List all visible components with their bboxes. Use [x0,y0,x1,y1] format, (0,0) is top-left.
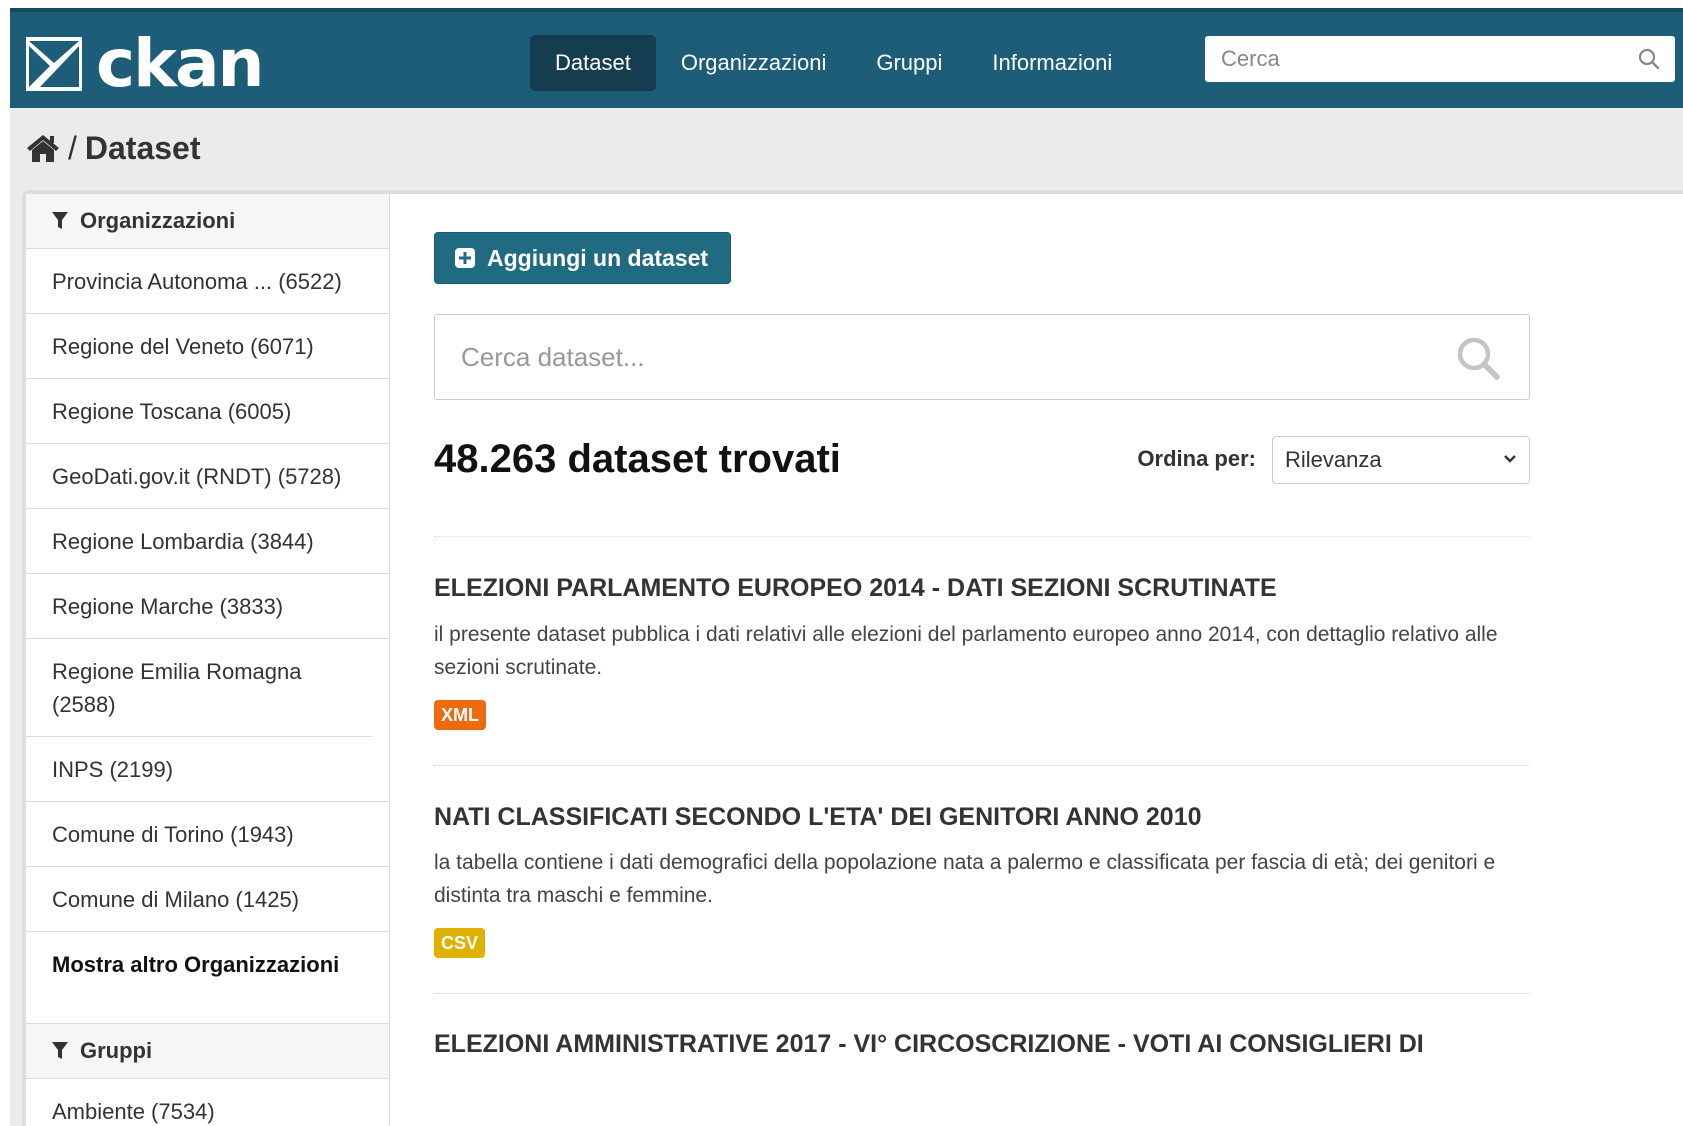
dataset-search [434,314,1530,400]
nav-gruppi[interactable]: Gruppi [851,35,967,91]
browser-viewport: ckan Dataset Organizzazioni Gruppi Infor… [10,8,1683,1126]
add-dataset-button[interactable]: Aggiungi un dataset [434,232,732,284]
facet-list-organizzazioni: Provincia Autonoma ... (6522) Regione de… [26,249,389,1024]
divider [434,993,1530,994]
sort-select[interactable]: Rilevanza [1272,436,1530,484]
dataset-title[interactable]: NATI CLASSIFICATI SECONDO L'ETA' DEI GEN… [434,803,1202,832]
facet-list-gruppi: Ambiente (7534) [26,1079,389,1126]
facet-title: Gruppi [80,1038,153,1063]
nav-organizzazioni[interactable]: Organizzazioni [656,35,852,91]
breadcrumb-current[interactable]: Dataset [85,130,201,167]
ckan-envelope-icon [26,37,82,91]
facet-heading-organizzazioni: Organizzazioni [26,194,389,249]
facet-item[interactable]: GeoDati.gov.it (RNDT) (5728) [26,444,389,509]
main-nav: Dataset Organizzazioni Gruppi Informazio… [530,35,1137,91]
filter-icon [52,1042,68,1059]
facet-heading-gruppi: Gruppi [26,1024,389,1079]
facet-item[interactable]: Regione Toscana (6005) [26,379,389,444]
format-badge-xml[interactable]: XML [434,700,486,730]
site-search [1205,36,1675,82]
dataset-search-input[interactable] [461,315,1421,399]
search-icon[interactable] [1455,335,1501,381]
dataset-title[interactable]: ELEZIONI PARLAMENTO EUROPEO 2014 - DATI … [434,574,1277,603]
logo-text: ckan [96,25,265,102]
nav-informazioni[interactable]: Informazioni [967,35,1137,91]
add-dataset-label: Aggiungi un dataset [487,244,709,271]
facet-item[interactable]: Regione Marche (3833) [26,574,389,639]
facet-item[interactable]: Regione del Veneto (6071) [26,314,389,379]
home-icon[interactable] [26,133,60,163]
facet-item[interactable]: Regione Emilia Romagna (2588) [26,639,372,737]
search-icon[interactable] [1637,47,1661,71]
facet-item[interactable]: Comune di Torino (1943) [26,802,389,867]
divider [434,536,1530,537]
sort-selected-value: Rilevanza [1285,447,1382,472]
ckan-logo[interactable]: ckan [26,25,265,102]
plus-square-icon [455,248,475,268]
facet-title: Organizzazioni [80,208,236,233]
filter-icon [52,212,68,229]
sort-label: Ordina per: [1137,446,1256,471]
facet-item[interactable]: Ambiente (7534) [26,1079,389,1126]
facet-item[interactable]: INPS (2199) [26,737,389,802]
facet-item[interactable]: Provincia Autonoma ... (6522) [26,249,389,314]
facet-item[interactable]: Comune di Milano (1425) [26,867,389,932]
site-search-input[interactable] [1221,36,1621,82]
dataset-notes: il presente dataset pubblica i dati rela… [434,623,1498,679]
dataset-title[interactable]: ELEZIONI AMMINISTRATIVE 2017 - VI° CIRCO… [434,1030,1424,1059]
masthead: ckan Dataset Organizzazioni Gruppi Infor… [10,8,1683,108]
nav-dataset[interactable]: Dataset [530,35,656,91]
main-content: Aggiungi un dataset 48.263 dataset trova… [434,194,1534,1126]
result-count: 48.263 dataset trovati [434,437,841,481]
format-badge-csv[interactable]: CSV [434,928,486,958]
chevron-down-icon [1504,455,1516,463]
dataset-notes: la tabella contiene i dati demografici d… [434,851,1496,907]
content-wrapper: Organizzazioni Provincia Autonoma ... (6… [26,194,1683,1126]
divider [434,765,1530,766]
facet-item[interactable]: Regione Lombardia (3844) [26,509,389,574]
sidebar: Organizzazioni Provincia Autonoma ... (6… [26,194,390,1126]
show-more-organizzazioni[interactable]: Mostra altro Organizzazioni [26,932,389,1024]
breadcrumb-separator: / [68,129,77,166]
breadcrumb: / Dataset [26,126,201,170]
